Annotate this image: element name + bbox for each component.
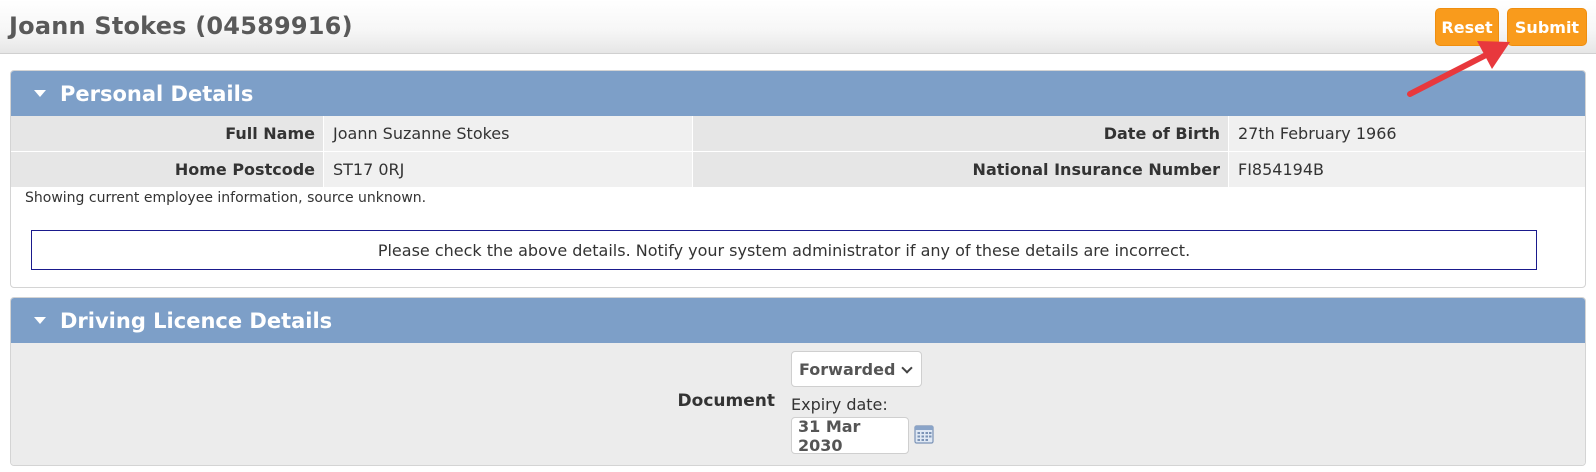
submit-button[interactable]: Submit [1507, 8, 1587, 46]
reset-button[interactable]: Reset [1435, 8, 1499, 46]
personal-details-panel: Personal Details Full Name Joann Suzanne… [10, 70, 1586, 288]
ni-value: FI854194B [1229, 152, 1585, 187]
personal-details-header[interactable]: Personal Details [11, 71, 1585, 116]
caret-down-icon [34, 90, 46, 97]
expiry-date-label: Expiry date: [791, 395, 888, 414]
driving-licence-header[interactable]: Driving Licence Details [11, 298, 1585, 343]
full-name-value: Joann Suzanne Stokes [324, 116, 692, 151]
personal-details-title: Personal Details [60, 81, 254, 106]
details-row: Full Name Joann Suzanne Stokes Date of B… [11, 116, 1585, 151]
document-select[interactable]: Forwarded [791, 351, 922, 387]
ni-label: National Insurance Number [693, 152, 1228, 187]
expiry-date-input[interactable]: 31 Mar 2030 [791, 417, 909, 455]
postcode-label: Home Postcode [11, 152, 323, 187]
document-select-value: Forwarded [799, 359, 896, 379]
dob-value: 27th February 1966 [1229, 116, 1585, 151]
page-header: Joann Stokes (04589916) Reset Submit [0, 0, 1596, 54]
calendar-icon[interactable] [914, 424, 934, 444]
details-row: Home Postcode ST17 0RJ National Insuranc… [11, 152, 1585, 187]
source-note: Showing current employee information, so… [25, 190, 427, 206]
driving-licence-body: Document Forwarded Expiry date: 31 Mar 2… [11, 343, 1585, 465]
check-details-notice: Please check the above details. Notify y… [31, 230, 1537, 270]
caret-down-icon [34, 317, 46, 324]
dob-label: Date of Birth [693, 116, 1228, 151]
driving-licence-panel: Driving Licence Details Document Forward… [10, 297, 1586, 466]
chevron-down-icon [901, 362, 913, 374]
postcode-value: ST17 0RJ [324, 152, 692, 187]
page-title: Joann Stokes (04589916) [9, 12, 353, 40]
document-label: Document [677, 391, 775, 411]
full-name-label: Full Name [11, 116, 323, 151]
driving-licence-title: Driving Licence Details [60, 308, 333, 333]
